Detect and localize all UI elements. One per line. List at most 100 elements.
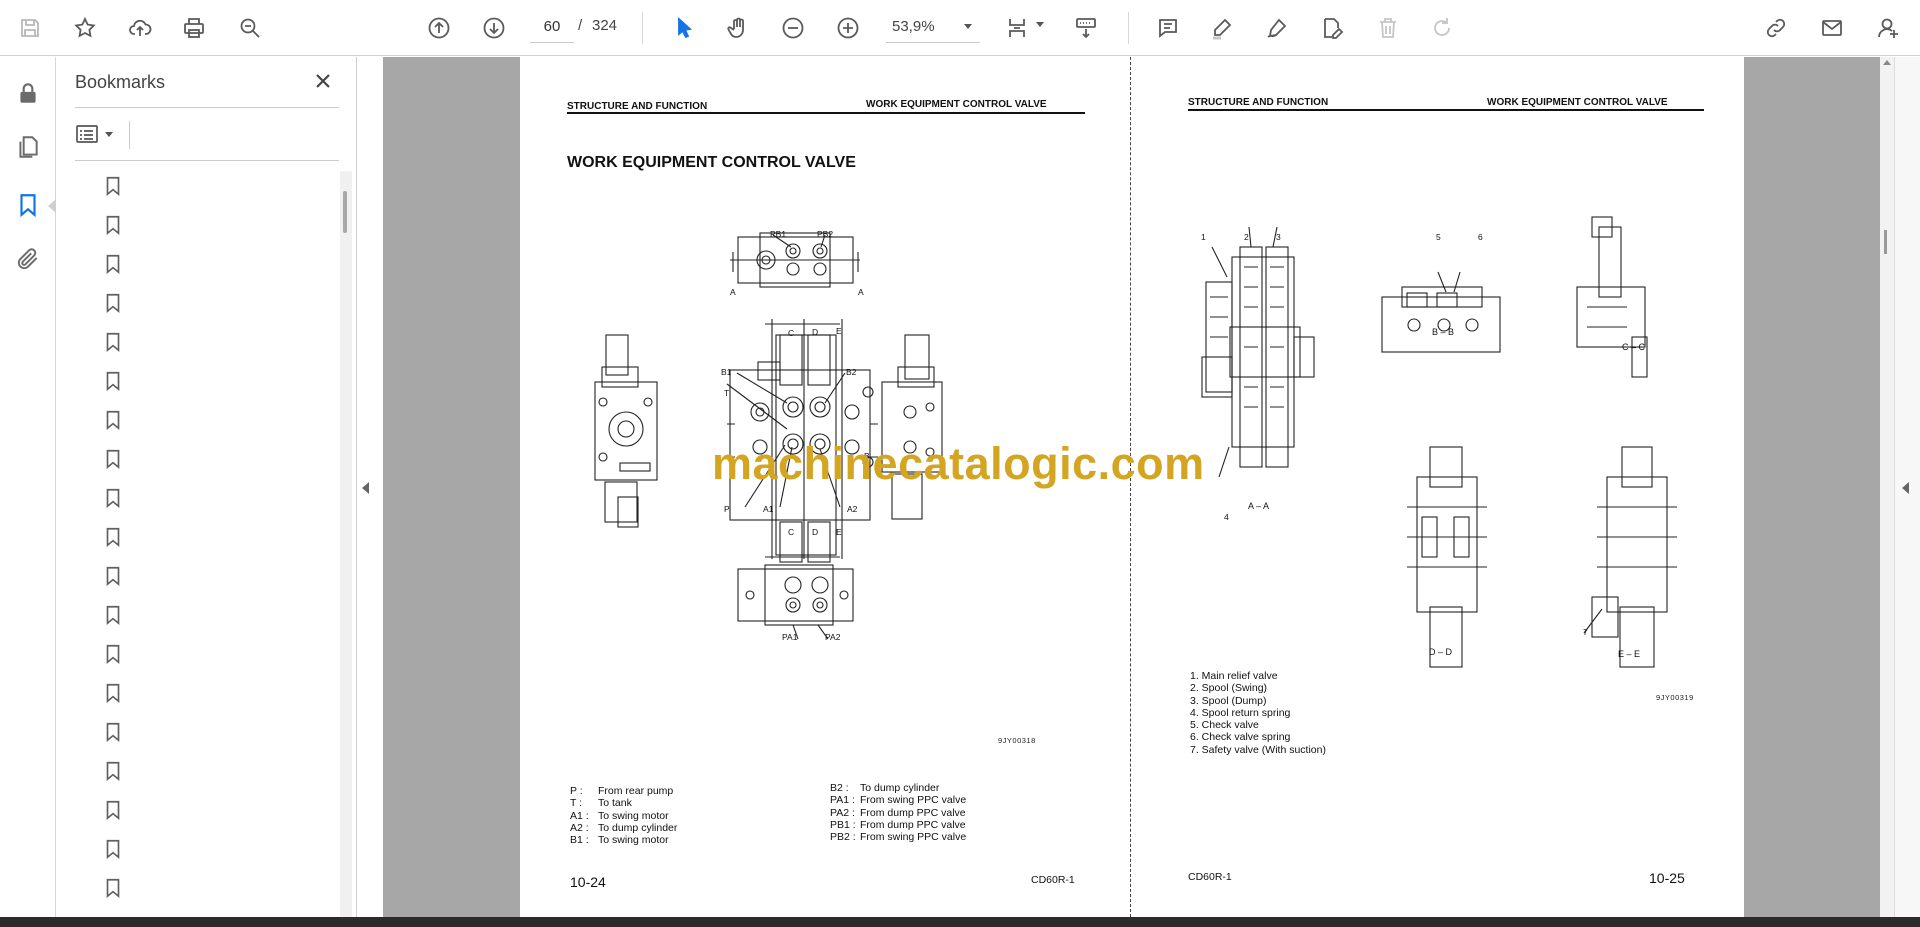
expand-right-panel-icon[interactable]: [1902, 480, 1916, 496]
bookmark-scrollbar[interactable]: [340, 171, 352, 921]
draw-signature-icon[interactable]: [1259, 10, 1295, 46]
header-rule: [1188, 109, 1704, 111]
bookmark-item[interactable]: [95, 600, 131, 630]
callout-label: PA2: [825, 632, 841, 642]
attachments-icon[interactable]: [10, 241, 46, 277]
bookmark-item[interactable]: [95, 366, 131, 396]
callout-label: C: [788, 527, 795, 537]
scroll-mode-icon[interactable]: [1068, 10, 1104, 46]
callout-label: PA1: [782, 632, 798, 642]
list-item: 4. Spool return spring: [1190, 706, 1291, 719]
upload-cloud-icon[interactable]: [122, 10, 158, 46]
bookmark-item[interactable]: [95, 249, 131, 279]
zoom-level-value: 53,9%: [892, 18, 935, 35]
bookmark-item[interactable]: [95, 717, 131, 747]
bookmark-icon: [106, 254, 120, 275]
bookmark-options-button[interactable]: [75, 119, 119, 149]
next-page-icon[interactable]: [476, 10, 512, 46]
running-header-right: WORK EQUIPMENT CONTROL VALVE: [1487, 97, 1668, 108]
bookmark-item[interactable]: [95, 327, 131, 357]
bookmark-icon: [106, 332, 120, 353]
print-icon[interactable]: [176, 10, 212, 46]
watermark: machinecatalogic.com: [712, 438, 1205, 489]
bookmark-icon: [106, 488, 120, 509]
section-label: A – A: [1248, 501, 1270, 511]
bookmark-item[interactable]: [95, 834, 131, 864]
bookmark-icon: [106, 371, 120, 392]
chevron-down-icon: [964, 24, 972, 29]
comment-icon[interactable]: [1150, 10, 1186, 46]
account-icon[interactable]: [1870, 10, 1906, 46]
legend-row: PA1 : From swing PPC valve: [830, 794, 967, 807]
bookmark-item[interactable]: [95, 639, 131, 669]
save-icon[interactable]: [12, 10, 48, 46]
bookmark-item[interactable]: [95, 171, 131, 201]
bookmark-item[interactable]: [95, 522, 131, 552]
scrollbar-thumb[interactable]: [1884, 230, 1887, 254]
list-item: 3. Spool (Dump): [1190, 694, 1267, 707]
page-fit-icon[interactable]: [1000, 10, 1036, 46]
bookmark-item[interactable]: [95, 756, 131, 786]
parts-list: 1. Main relief valve 2. Spool (Swing) 3.…: [1190, 670, 1326, 756]
select-cursor-icon[interactable]: [666, 10, 702, 46]
delete-icon[interactable]: [1370, 10, 1406, 46]
bookmark-item[interactable]: [95, 561, 131, 591]
bookmark-item[interactable]: [95, 444, 131, 474]
scrollbar-thumb[interactable]: [343, 191, 347, 233]
bookmark-icon: [106, 761, 120, 782]
bookmarks-panel-icon[interactable]: [10, 187, 46, 223]
share-link-icon[interactable]: [1758, 10, 1794, 46]
page-title: WORK EQUIPMENT CONTROL VALVE: [567, 154, 856, 171]
bookmark-icon: [106, 878, 120, 899]
rotate-icon[interactable]: [1424, 10, 1460, 46]
page-number-input[interactable]: [530, 11, 574, 43]
list-item: 2. Spool (Swing): [1190, 682, 1268, 695]
edit-pdf-icon[interactable]: [1314, 10, 1350, 46]
toolbar-divider: [642, 12, 643, 44]
email-icon[interactable]: [1814, 10, 1850, 46]
left-navigation-rail: [0, 57, 56, 927]
legend-row: A2 : To dump cylinder: [570, 821, 678, 834]
callout-label: A: [858, 287, 864, 297]
port-legend-right: B2 : To dump cylinder PA1 : From swing PPC…: [830, 782, 966, 843]
bookmark-item[interactable]: [95, 483, 131, 513]
hand-tool-icon[interactable]: [720, 10, 756, 46]
highlight-pen-icon[interactable]: [1204, 10, 1240, 46]
bookmark-item[interactable]: [95, 210, 131, 240]
bookmark-icon: [106, 410, 120, 431]
chevron-down-icon[interactable]: [1036, 22, 1044, 27]
callout-label: P: [724, 504, 730, 514]
find-zoom-icon[interactable]: [232, 10, 268, 46]
panel-divider: [75, 160, 339, 161]
lock-icon[interactable]: [10, 75, 46, 111]
section-label: C – C: [1622, 342, 1646, 352]
document-scrollbar[interactable]: [1880, 57, 1894, 917]
callout-label: 6: [1478, 232, 1483, 242]
bookmark-item[interactable]: [95, 873, 131, 903]
callout-label: PB1: [770, 229, 787, 239]
bookmark-item[interactable]: [95, 405, 131, 435]
panel-divider: [75, 107, 339, 108]
port-legend-left: P : From rear pump T : To tank A1 : To swin…: [570, 785, 677, 846]
bookmark-list: [57, 171, 347, 921]
bookmark-item[interactable]: [95, 678, 131, 708]
close-icon[interactable]: [311, 69, 335, 93]
callout-label: D: [812, 327, 819, 337]
list-options-icon: [76, 125, 98, 143]
callout-label: 1: [1201, 232, 1206, 242]
previous-page-icon[interactable]: [421, 10, 457, 46]
star-icon[interactable]: [67, 10, 103, 46]
page-thumbnails-icon[interactable]: [10, 129, 46, 165]
bookmark-item[interactable]: [95, 288, 131, 318]
zoom-level-select[interactable]: 53,9%: [886, 11, 980, 43]
collapse-left-panel-icon[interactable]: [362, 480, 376, 496]
section-label: E – E: [1618, 649, 1641, 659]
callout-label: E: [836, 527, 842, 537]
legend-row: PB1 : From dump PPC valve: [830, 818, 966, 831]
bookmark-item[interactable]: [95, 795, 131, 825]
bookmark-icon: [106, 683, 120, 704]
zoom-out-icon[interactable]: [775, 10, 811, 46]
scroll-up-icon[interactable]: [1883, 60, 1891, 65]
legend-row: B1 : To swing motor: [570, 834, 669, 847]
zoom-in-icon[interactable]: [830, 10, 866, 46]
